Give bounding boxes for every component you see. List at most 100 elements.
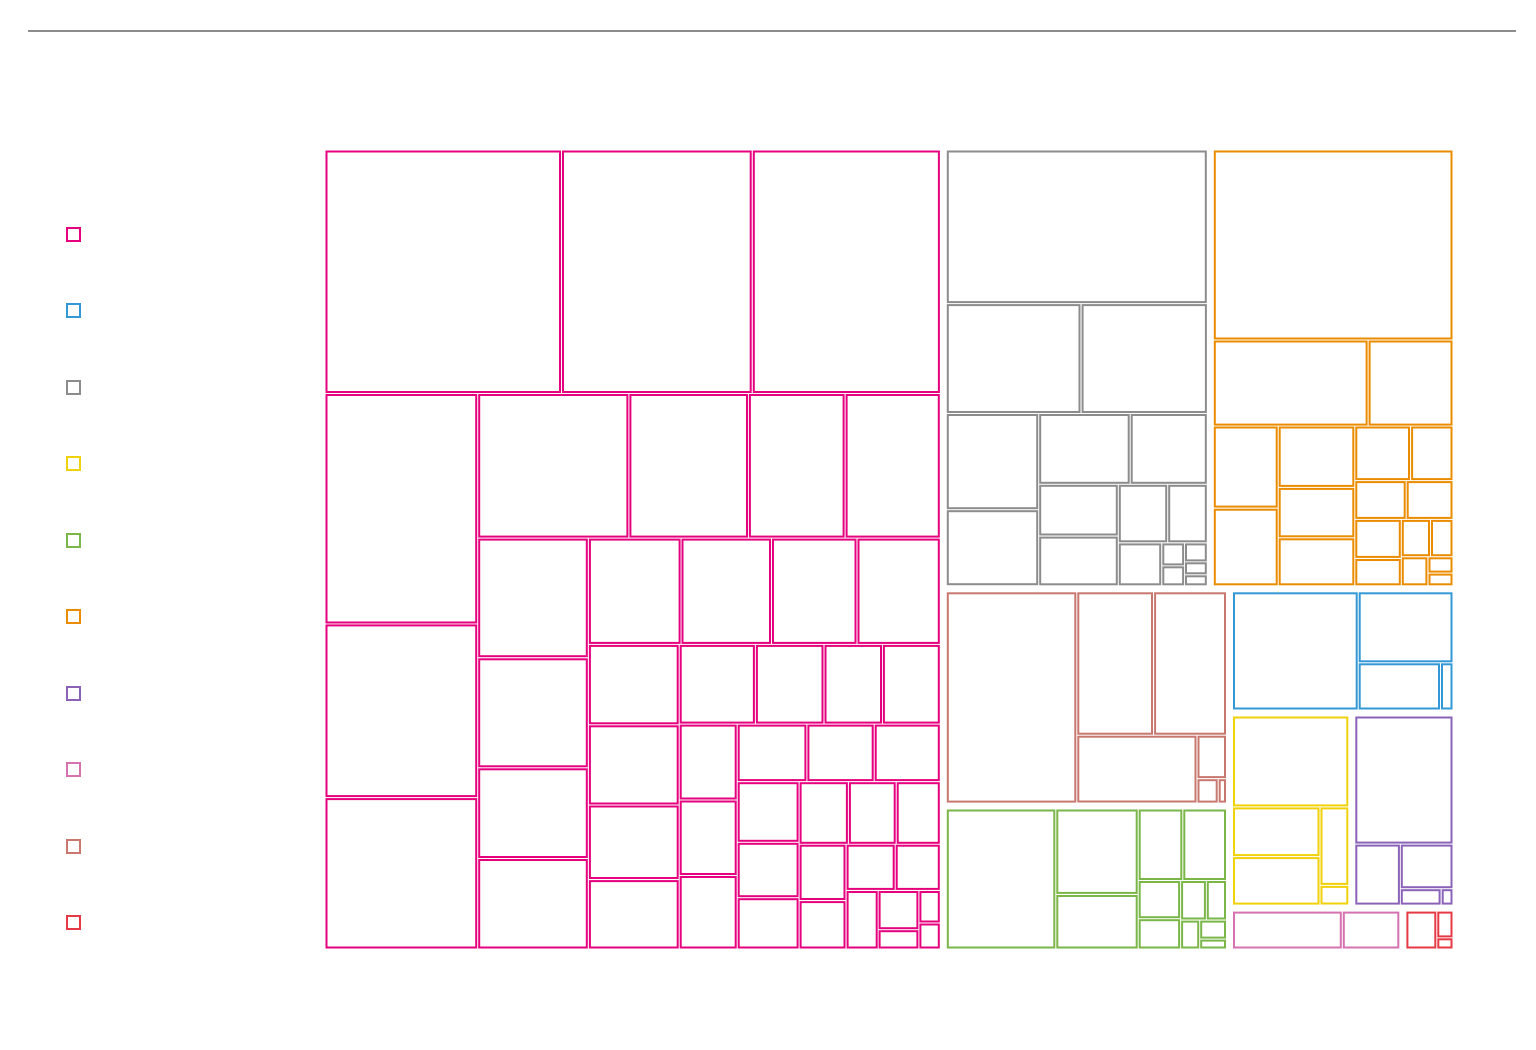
treemap-cell xyxy=(737,842,799,898)
treemap-cell xyxy=(755,644,824,724)
treemap-cell xyxy=(846,844,895,890)
treemap-cell xyxy=(1181,881,1206,920)
treemap-cell xyxy=(1431,519,1453,557)
treemap-cell xyxy=(1355,426,1411,481)
treemap-cell xyxy=(1437,938,1453,949)
treemap-cell xyxy=(588,644,679,725)
treemap-cell xyxy=(1197,779,1218,803)
treemap-cell xyxy=(752,150,940,393)
treemap-cell xyxy=(1441,889,1453,905)
treemap-cell xyxy=(1355,716,1453,844)
treemap-cell xyxy=(1368,340,1453,426)
treemap-cell xyxy=(946,510,1039,586)
treemap-cell xyxy=(1233,911,1342,949)
treemap-cell xyxy=(679,876,737,949)
treemap-cell xyxy=(1355,481,1406,519)
treemap-cell xyxy=(478,394,629,538)
treemap-cell xyxy=(325,394,478,624)
treemap-cell xyxy=(588,725,679,805)
treemap-cell xyxy=(1213,508,1278,586)
treemap-cell xyxy=(1077,735,1197,803)
treemap-cell xyxy=(1278,487,1355,538)
treemap-cell xyxy=(325,150,561,393)
treemap-cell xyxy=(1233,716,1349,807)
treemap-cell xyxy=(1200,939,1226,949)
treemap-cell xyxy=(807,724,874,782)
treemap-cell xyxy=(1138,809,1183,880)
treemap-cell xyxy=(857,538,940,644)
treemap-cell xyxy=(1039,536,1118,586)
treemap-cell xyxy=(848,782,896,844)
treemap-cell xyxy=(1233,592,1358,710)
treemap-cell xyxy=(846,891,878,949)
treemap-cell xyxy=(1213,340,1368,426)
treemap-cell xyxy=(1118,484,1168,543)
treemap-cell xyxy=(478,538,588,658)
treemap-cell xyxy=(562,150,752,393)
treemap-cell xyxy=(1138,881,1181,919)
treemap-cell xyxy=(1401,519,1431,557)
treemap-cell xyxy=(1278,538,1355,586)
treemap-cell xyxy=(478,768,588,858)
treemap-cell xyxy=(325,624,478,798)
treemap-cell xyxy=(1401,557,1428,586)
treemap-cell xyxy=(1400,889,1441,905)
treemap-cell xyxy=(1039,484,1118,536)
treemap-cell xyxy=(629,394,749,538)
treemap-cell xyxy=(1197,735,1226,779)
treemap-cell xyxy=(919,923,940,949)
treemap-cell xyxy=(946,304,1081,414)
treemap-cell xyxy=(1081,304,1207,414)
treemap-cell xyxy=(799,844,846,901)
treemap-cell xyxy=(799,901,846,949)
treemap-cell xyxy=(679,800,737,875)
treemap-cell xyxy=(325,798,478,949)
treemap-cell xyxy=(878,930,919,949)
treemap-cell xyxy=(1185,562,1207,575)
treemap-cell xyxy=(588,880,679,949)
treemap-cell xyxy=(1400,844,1453,889)
treemap-cell xyxy=(878,891,919,930)
treemap-cell xyxy=(478,658,588,768)
treemap-cell xyxy=(1233,807,1320,857)
treemap-cell xyxy=(1411,426,1453,481)
treemap-cell xyxy=(824,644,882,724)
treemap-cell xyxy=(874,724,940,782)
treemap-cell xyxy=(1056,809,1138,894)
treemap-cell xyxy=(1233,857,1320,905)
treemap-cell xyxy=(1118,543,1162,586)
treemap-cell xyxy=(588,805,679,879)
treemap-cell xyxy=(896,782,940,844)
treemap-cell xyxy=(737,724,807,782)
treemap-cell xyxy=(1077,592,1154,735)
treemap-cell xyxy=(919,891,940,923)
treemap-cell xyxy=(1320,885,1349,905)
treemap-cell xyxy=(588,538,681,644)
treemap-cell xyxy=(1130,414,1207,484)
treemap-cell xyxy=(799,782,848,844)
treemap-cell xyxy=(1441,663,1453,710)
treemap-cell xyxy=(946,150,1207,304)
treemap-cell xyxy=(1162,543,1185,566)
treemap-cell xyxy=(1358,592,1453,663)
treemap-cell xyxy=(1154,592,1226,735)
treemap-cell xyxy=(1406,481,1453,519)
treemap-cell xyxy=(1162,566,1185,586)
treemap-cell xyxy=(1218,779,1226,803)
treemap-cell xyxy=(737,782,799,842)
treemap-cell xyxy=(1168,484,1207,543)
treemap-cell xyxy=(1406,911,1437,949)
treemap-cell xyxy=(1355,844,1400,905)
treemap-cell xyxy=(845,394,940,538)
treemap-cell xyxy=(1206,881,1227,920)
treemap-cell xyxy=(1185,575,1207,586)
treemap-cell xyxy=(681,538,771,644)
treemap-cell xyxy=(679,644,755,724)
treemap-cell xyxy=(946,809,1056,949)
treemap-cell xyxy=(478,859,588,949)
treemap-cell xyxy=(1200,920,1226,939)
treemap-cell xyxy=(1056,895,1138,949)
treemap-cell xyxy=(1181,920,1200,949)
treemap-cell xyxy=(1355,519,1401,558)
treemap-cell xyxy=(1428,557,1453,573)
